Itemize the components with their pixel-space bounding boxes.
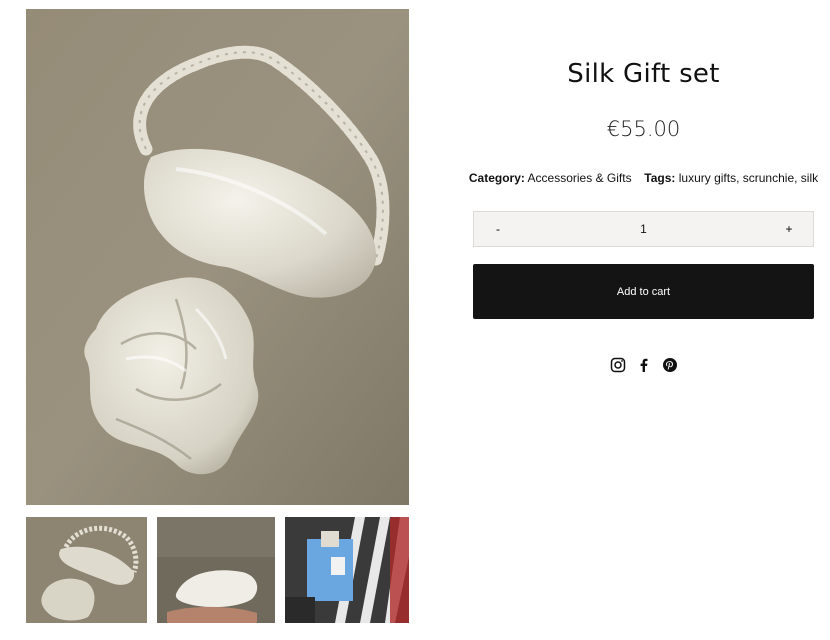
product-thumbnails — [26, 517, 409, 623]
product-price: €55.00 — [606, 117, 681, 141]
category-value[interactable]: Accessories & Gifts — [528, 171, 632, 185]
pinterest-icon[interactable] — [662, 357, 678, 373]
product-main-image[interactable] — [26, 9, 409, 505]
thumbnail-1[interactable] — [26, 517, 147, 623]
quantity-decrement-button[interactable]: - — [474, 212, 522, 246]
category-label: Category: — [468, 171, 525, 185]
tags-value[interactable]: luxury gifts, scrunchie, silk — [679, 171, 818, 185]
facebook-icon[interactable] — [636, 357, 652, 373]
quantity-increment-button[interactable]: + — [765, 212, 813, 246]
social-share — [473, 357, 814, 373]
add-to-cart-button[interactable]: Add to cart — [473, 264, 814, 319]
instagram-icon[interactable] — [610, 357, 626, 373]
quantity-stepper: - + — [473, 211, 814, 247]
quantity-input[interactable] — [522, 222, 765, 236]
thumbnail-2[interactable] — [157, 517, 275, 623]
thumbnail-3[interactable] — [285, 517, 409, 623]
product-meta: Category: Accessories & Gifts Tags: luxu… — [463, 171, 824, 185]
tags-label: Tags: — [644, 171, 676, 185]
product-title: Silk Gift set — [567, 59, 720, 89]
